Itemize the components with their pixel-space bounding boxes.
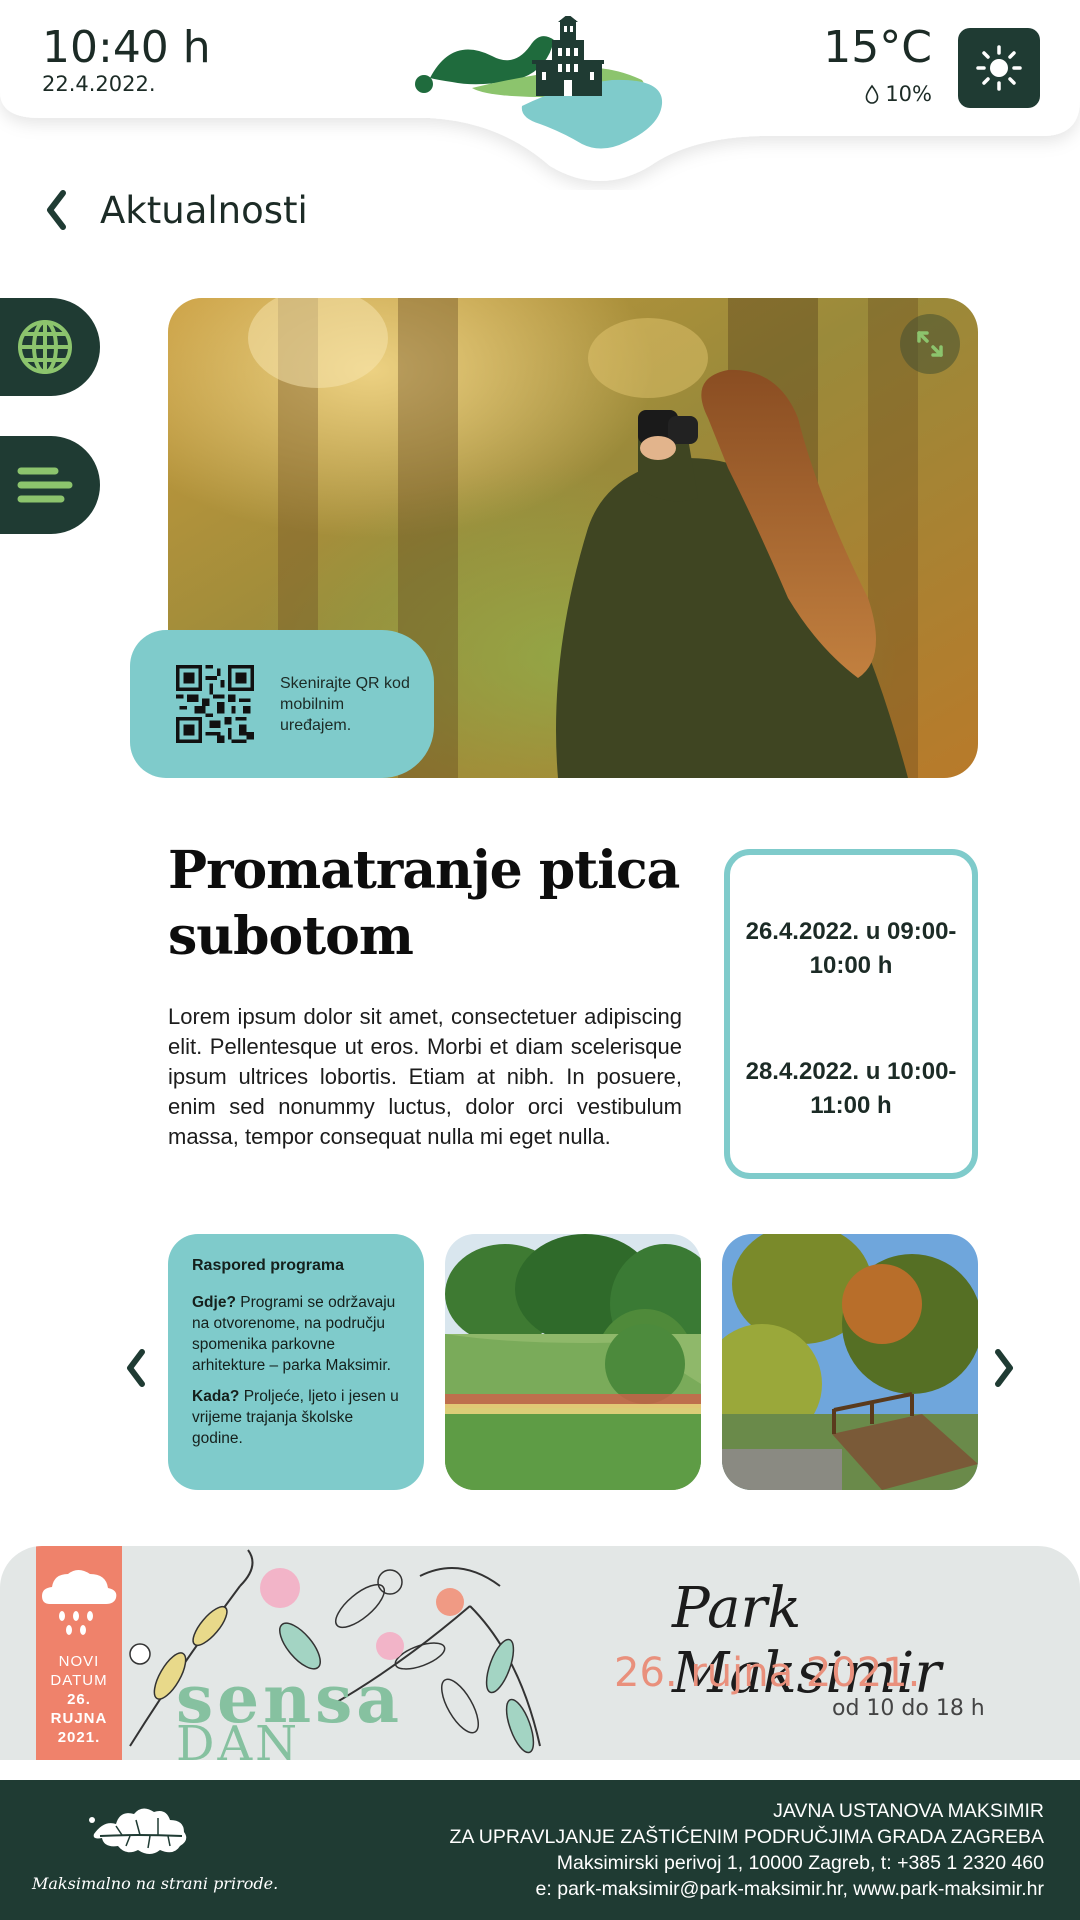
clock-time: 10:40 h [42, 22, 211, 73]
park-photo-bridge[interactable] [722, 1234, 978, 1490]
park-photo-meadow[interactable] [445, 1234, 701, 1490]
flag-line-5: 2021. [57, 1729, 101, 1746]
weather-button[interactable] [958, 28, 1040, 108]
sun-icon [976, 45, 1022, 91]
oak-leaf-logo [89, 1808, 187, 1854]
qr-code [176, 665, 254, 743]
qr-code-card: Skenirajte QR kod mobilnim uređajem. [130, 630, 434, 778]
event-date-1: 26.4.2022. u 09:00-10:00 h [745, 918, 957, 979]
droplet-icon [865, 84, 879, 104]
rain-cloud-icon [42, 1570, 117, 1635]
back-navigation[interactable]: Aktualnosti [38, 182, 308, 238]
temperature: 15°C [823, 22, 932, 73]
menu-tab[interactable] [0, 436, 100, 534]
new-date-text: NOVI DATUM 26. RUJNA 2021. [36, 1652, 122, 1747]
program-where: Gdje? Programi se održavaju na otvorenom… [192, 1292, 400, 1376]
qr-instructions: Skenirajte QR kod mobilnim uređajem. [280, 674, 410, 734]
expand-image-button[interactable] [900, 314, 960, 374]
chevron-left-icon [47, 190, 66, 230]
event-title: Promatranje ptica subotom [168, 840, 680, 967]
event-description: Lorem ipsum dolor sit amet, consectetuer… [168, 1004, 682, 1149]
back-button[interactable] [38, 182, 74, 238]
carousel-next-button[interactable] [984, 1338, 1024, 1398]
language-tab[interactable] [0, 298, 100, 396]
footer-line-1: JAVNA USTANOVA MAKSIMIR [773, 1800, 1044, 1822]
flag-line-1: NOVI [58, 1653, 100, 1670]
humidity-value: 10% [885, 82, 932, 106]
flag-line-3: 26. [67, 1691, 91, 1708]
expand-icon [917, 331, 943, 357]
footer-line-4[interactable]: e: park-maksimir@park-maksimir.hr, www.p… [450, 1876, 1044, 1902]
clock-date: 22.4.2022. [42, 72, 156, 96]
footer-slogan: Maksimalno na strani prirode. [32, 1874, 279, 1893]
menu-lines-icon [17, 467, 73, 503]
park-maksimir-logo [415, 16, 663, 149]
program-title: Raspored programa [192, 1257, 345, 1274]
footer-line-3: Maksimirski perivoj 1, 10000 Zagreb, t: … [556, 1852, 1044, 1874]
event-dates-card: 26.4.2022. u 09:00-10:00 h 28.4.2022. u … [724, 849, 978, 1179]
sensa-dan-banner[interactable]: NOVI DATUM 26. RUJNA 2021. sensa DAN Par… [0, 1546, 1080, 1760]
chevron-right-icon [995, 1349, 1013, 1387]
humidity-readout: 10% [865, 82, 932, 106]
program-when: Kada? Proljeće, ljeto i jesen u vrijeme … [192, 1386, 400, 1449]
chevron-left-icon [127, 1349, 145, 1387]
banner-date: 26. rujna 2021. [614, 1650, 921, 1696]
banner-event-name-2: DAN [176, 1716, 301, 1760]
flag-line-2: DATUM [50, 1672, 108, 1689]
footer-line-2: ZA UPRAVLJANJE ZAŠTIĆENIM PODRUČJIMA GRA… [449, 1826, 1045, 1848]
new-date-flag: NOVI DATUM 26. RUJNA 2021. [36, 1546, 122, 1760]
globe-icon [18, 320, 72, 374]
banner-hours: od 10 do 18 h [832, 1696, 985, 1721]
flag-line-4: RUJNA [50, 1710, 108, 1727]
footer-contact-info: JAVNA USTANOVA MAKSIMIR ZA UPRAVLJANJE Z… [450, 1798, 1045, 1902]
program-when-label: Kada? [192, 1388, 240, 1405]
program-where-label: Gdje? [192, 1294, 236, 1311]
carousel-prev-button[interactable] [116, 1338, 156, 1398]
page-title: Aktualnosti [100, 188, 308, 232]
event-date-2: 28.4.2022. u 10:00-11:00 h [745, 1058, 957, 1119]
program-schedule-card: Raspored programa Gdje? Programi se održ… [168, 1234, 424, 1490]
footer: Maksimalno na strani prirode. JAVNA USTA… [0, 1780, 1080, 1920]
